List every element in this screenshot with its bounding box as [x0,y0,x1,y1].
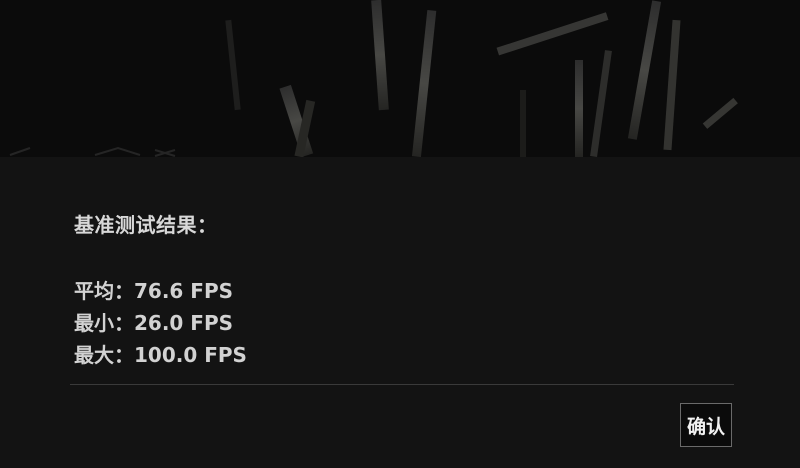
maximum-fps-text: 最大：100.0 FPS [74,343,247,367]
background-banner-image [0,0,800,157]
average-fps-text: 平均：76.6 FPS [74,279,234,303]
dialog-divider [70,384,734,385]
dialog-heading: 基准测试结果： [74,213,218,237]
fluorescent-tubes-artwork [0,0,800,157]
confirm-button[interactable]: 确认 [680,403,732,447]
minimum-fps-text: 最小：26.0 FPS [74,311,234,335]
benchmark-results-dialog: 基准测试结果： 平均：76.6 FPS 最小：26.0 FPS 最大：100.0… [0,157,800,468]
